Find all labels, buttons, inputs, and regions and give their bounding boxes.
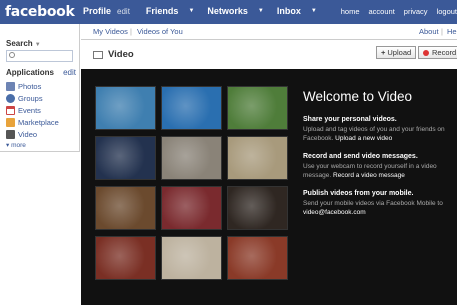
tab-separator: | [441,27,443,36]
thumb-window-silhouette[interactable] [161,136,222,180]
search-options-icon[interactable]: ▼ [35,42,41,48]
page-title-text: Video [108,49,134,60]
top-navigation-bar: facebook Profile edit Friends ▼ Networks… [0,0,457,24]
sidebar-more-link[interactable]: ▾ more [6,141,26,149]
photos-icon [6,81,15,91]
record-video-message-link[interactable]: Record a video message [333,172,405,179]
search-input[interactable] [6,50,73,62]
record-section: Record and send video messages. Use your… [303,153,453,180]
sidebar-item-label: Video [18,129,38,139]
about-link[interactable]: About [419,27,439,36]
share-body: Upload and tag videos of you and your fr… [303,125,453,143]
applications-label: Applications [6,68,55,77]
video-icon [6,129,15,139]
search-label-text: Search [6,39,33,48]
record-label: Record [432,48,457,57]
thumb-toy-figure[interactable] [95,86,156,130]
thumb-stage[interactable] [95,136,156,180]
record-icon [423,49,429,56]
thumb-sunglasses[interactable] [227,236,288,280]
events-icon [6,105,15,115]
inbox-dropdown-icon[interactable]: ▼ [311,8,317,14]
sidebar-item-video[interactable]: Video [6,128,59,140]
share-section: Share your personal videos. Upload and t… [303,116,453,143]
upload-button[interactable]: + Upload [376,46,417,59]
sidebar-item-label: Groups [18,93,43,103]
thumb-concert[interactable] [161,186,222,230]
record-heading: Record and send video messages. [303,153,418,160]
thumb-eye-closeup[interactable] [227,136,288,180]
nav-networks[interactable]: Networks [207,6,248,16]
nav-profile[interactable]: Profile [83,6,111,16]
facebook-logo[interactable]: facebook [5,4,75,20]
help-link[interactable]: Help [447,27,457,36]
thumb-friends-group[interactable] [95,236,156,280]
applications-edit-link[interactable]: edit [63,68,76,77]
upload-label: Upload [387,48,412,57]
search-label: Search ▼ [6,39,41,48]
groups-icon [6,93,15,103]
thumb-underwater[interactable] [161,86,222,130]
record-body: Use your webcam to record yourself in a … [303,162,453,180]
nav-privacy[interactable]: privacy [404,7,428,16]
nav-home[interactable]: home [341,7,360,16]
mobile-body: Send your mobile videos via Facebook Mob… [303,199,453,217]
sidebar-item-label: Marketplace [18,117,59,127]
sidebar-item-events[interactable]: Events [6,104,59,116]
sidebar-item-label: Events [18,105,41,115]
share-heading: Share your personal videos. [303,116,397,123]
applications-header: Applications edit [6,68,76,77]
sidebar-item-label: Photos [18,81,42,91]
thumb-skier[interactable] [161,236,222,280]
tab-separator: | [130,27,132,36]
left-sidebar: Search ▼ Applications edit Photos Groups … [0,24,80,152]
nav-inbox[interactable]: Inbox [277,6,301,16]
welcome-title: Welcome to Video [303,89,413,104]
nav-account[interactable]: account [369,7,395,16]
mobile-heading: Publish videos from your mobile. [303,190,414,197]
thumb-smiling-man[interactable] [95,186,156,230]
search-icon [9,52,15,58]
sidebar-more-label: more [11,142,26,149]
sidebar-item-marketplace[interactable]: Marketplace [6,116,59,128]
mobile-section: Publish videos from your mobile. Send yo… [303,190,453,217]
nav-logout[interactable]: logout [437,7,457,16]
mobile-body-text: Send your mobile videos via Facebook Mob… [303,200,443,207]
video-subtabs: My Videos | Videos of You About | Help [81,24,457,40]
tab-my-videos[interactable]: My Videos [93,27,128,36]
thumb-garden[interactable] [227,86,288,130]
networks-dropdown-icon[interactable]: ▼ [258,8,264,14]
sidebar-item-groups[interactable]: Groups [6,92,59,104]
applications-list: Photos Groups Events Marketplace Video [6,80,59,140]
plus-icon: + [381,48,386,57]
video-email-link[interactable]: video@facebook.com [303,209,366,216]
friends-dropdown-icon[interactable]: ▼ [188,8,194,14]
account-nav: home account privacy logout [332,7,457,16]
video-thumbnail-grid [95,86,290,282]
record-button[interactable]: Record [418,46,457,59]
nav-friends[interactable]: Friends [146,6,179,16]
video-camera-icon [93,50,103,59]
main-nav: Profile edit Friends ▼ Networks ▼ Inbox … [83,6,330,16]
thumb-man-dark[interactable] [227,186,288,230]
tab-videos-of-you[interactable]: Videos of You [137,27,183,36]
upload-new-video-link[interactable]: Upload a new video [335,135,392,142]
nav-profile-edit[interactable]: edit [117,7,130,16]
welcome-panel: Welcome to Video Share your personal vid… [81,69,457,305]
sidebar-item-photos[interactable]: Photos [6,80,59,92]
welcome-text: Welcome to Video Share your personal vid… [303,89,453,227]
marketplace-icon [6,117,15,127]
video-header: Video + Upload Record [81,40,457,69]
page-title: Video [93,49,134,60]
